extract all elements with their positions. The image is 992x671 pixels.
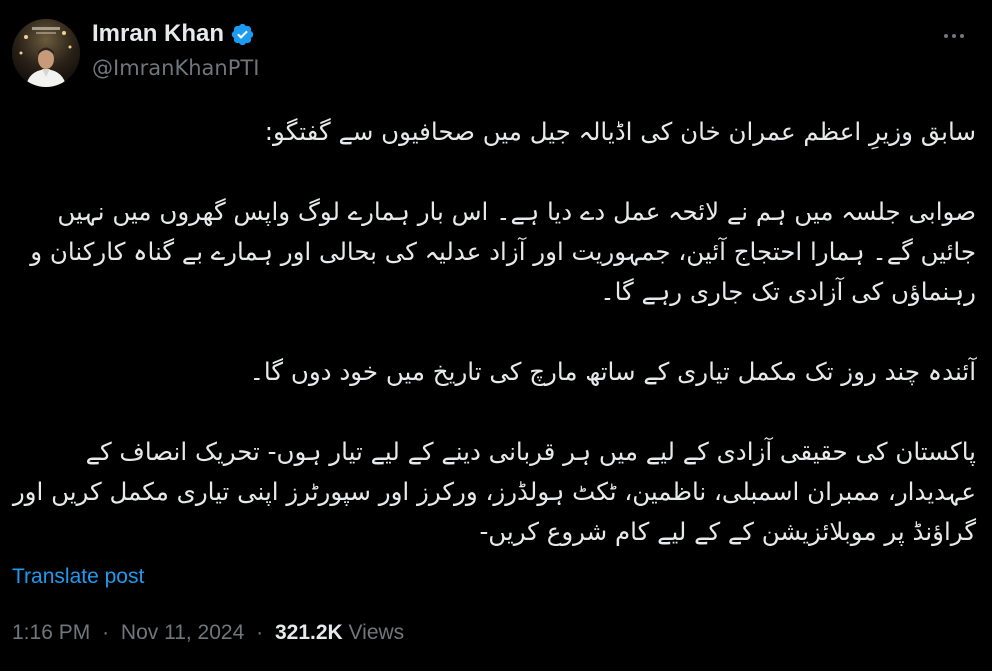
more-dots-icon [944, 34, 964, 38]
tweet-paragraph: صوابی جلسہ میں ہم نے لائحہ عمل دے دیا ہے… [30, 197, 976, 306]
tweet-card: Imran Khan @ImranKhanPTI سابق وزیرِ اعظم… [0, 0, 992, 671]
author-handle[interactable]: @ImranKhanPTI [92, 53, 259, 83]
avatar-image [12, 19, 80, 87]
author-name-row: Imran Khan [92, 17, 255, 51]
post-date[interactable]: Nov 11, 2024 [121, 621, 244, 644]
meta-separator: · [256, 621, 264, 644]
post-time[interactable]: 1:16 PM [12, 621, 90, 644]
tweet-text: سابق وزیرِ اعظم عمران خان کی اڈیالہ جیل … [12, 112, 976, 552]
verified-badge-icon [230, 22, 255, 47]
avatar[interactable] [12, 19, 80, 87]
more-options-button[interactable] [940, 22, 968, 50]
translate-post-link[interactable]: Translate post [12, 562, 144, 592]
author-name[interactable]: Imran Khan [92, 17, 224, 51]
meta-separator: · [102, 621, 110, 644]
tweet-paragraph: پاکستان کی حقیقی آزادی کے لیے میں ہر قرب… [12, 437, 976, 546]
tweet-paragraph: آئندہ چند روز تک مکمل تیاری کے ساتھ مارچ… [249, 357, 976, 386]
tweet-meta: 1:16 PM · Nov 11, 2024 · 321.2K Views [12, 618, 404, 648]
views-count[interactable]: 321.2K [275, 621, 343, 644]
views-label: Views [348, 621, 405, 644]
tweet-paragraph: سابق وزیرِ اعظم عمران خان کی اڈیالہ جیل … [264, 117, 976, 146]
